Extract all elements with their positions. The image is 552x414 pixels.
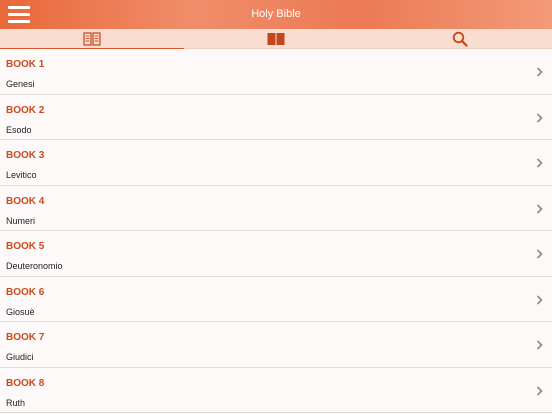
book-label: BOOK 2 [6, 104, 45, 116]
menu-icon[interactable] [8, 6, 30, 23]
book-label: BOOK 4 [6, 195, 45, 207]
tab-search[interactable] [368, 29, 552, 49]
chevron-right-icon [536, 67, 543, 77]
chevron-right-icon [536, 249, 543, 259]
book-label: BOOK 7 [6, 332, 45, 343]
tab-books[interactable] [0, 29, 184, 50]
book-label: BOOK 6 [6, 286, 45, 298]
chevron-right-icon [536, 385, 543, 396]
book-label: BOOK 8 [6, 377, 45, 389]
book-name: Ruth [6, 397, 26, 408]
chevron-right-icon [536, 294, 543, 305]
book-name: Numeri [6, 215, 36, 226]
book-list-icon [83, 32, 101, 46]
list-item[interactable]: BOOK 1 Genesi [0, 49, 552, 95]
book-label: BOOK 3 [6, 150, 45, 161]
list-item[interactable]: BOOK 6 Giosuè [0, 276, 552, 322]
book-name: Giudici [6, 352, 34, 362]
book-name: Genesi [6, 79, 35, 89]
open-book-icon [267, 33, 285, 45]
page-title: Holy Bible [251, 8, 301, 20]
chevron-right-icon [536, 340, 543, 350]
list-item[interactable]: BOOK 7 Giudici [0, 322, 552, 368]
chevron-right-icon [536, 112, 543, 123]
book-list: BOOK 1 Genesi BOOK 2 Esodo BOOK 3 Leviti… [0, 49, 552, 413]
book-label: BOOK 5 [6, 241, 45, 252]
book-name: Deuteronomio [6, 261, 63, 271]
list-item[interactable]: BOOK 3 Levitico [0, 140, 552, 186]
chevron-right-icon [536, 203, 543, 214]
book-name: Esodo [6, 124, 32, 135]
book-label: BOOK 1 [6, 59, 45, 70]
list-item[interactable]: BOOK 5 Deuteronomio [0, 231, 552, 277]
search-icon [452, 31, 468, 47]
tab-bar [0, 29, 552, 50]
book-name: Giosuè [6, 306, 35, 317]
tab-reading[interactable] [184, 29, 368, 49]
chevron-right-icon [536, 158, 543, 168]
book-name: Levitico [6, 170, 37, 180]
list-item[interactable]: BOOK 4 Numeri [0, 185, 552, 231]
list-item[interactable]: BOOK 8 Ruth [0, 367, 552, 413]
list-item[interactable]: BOOK 2 Esodo [0, 94, 552, 140]
app-header: Holy Bible [0, 0, 552, 29]
